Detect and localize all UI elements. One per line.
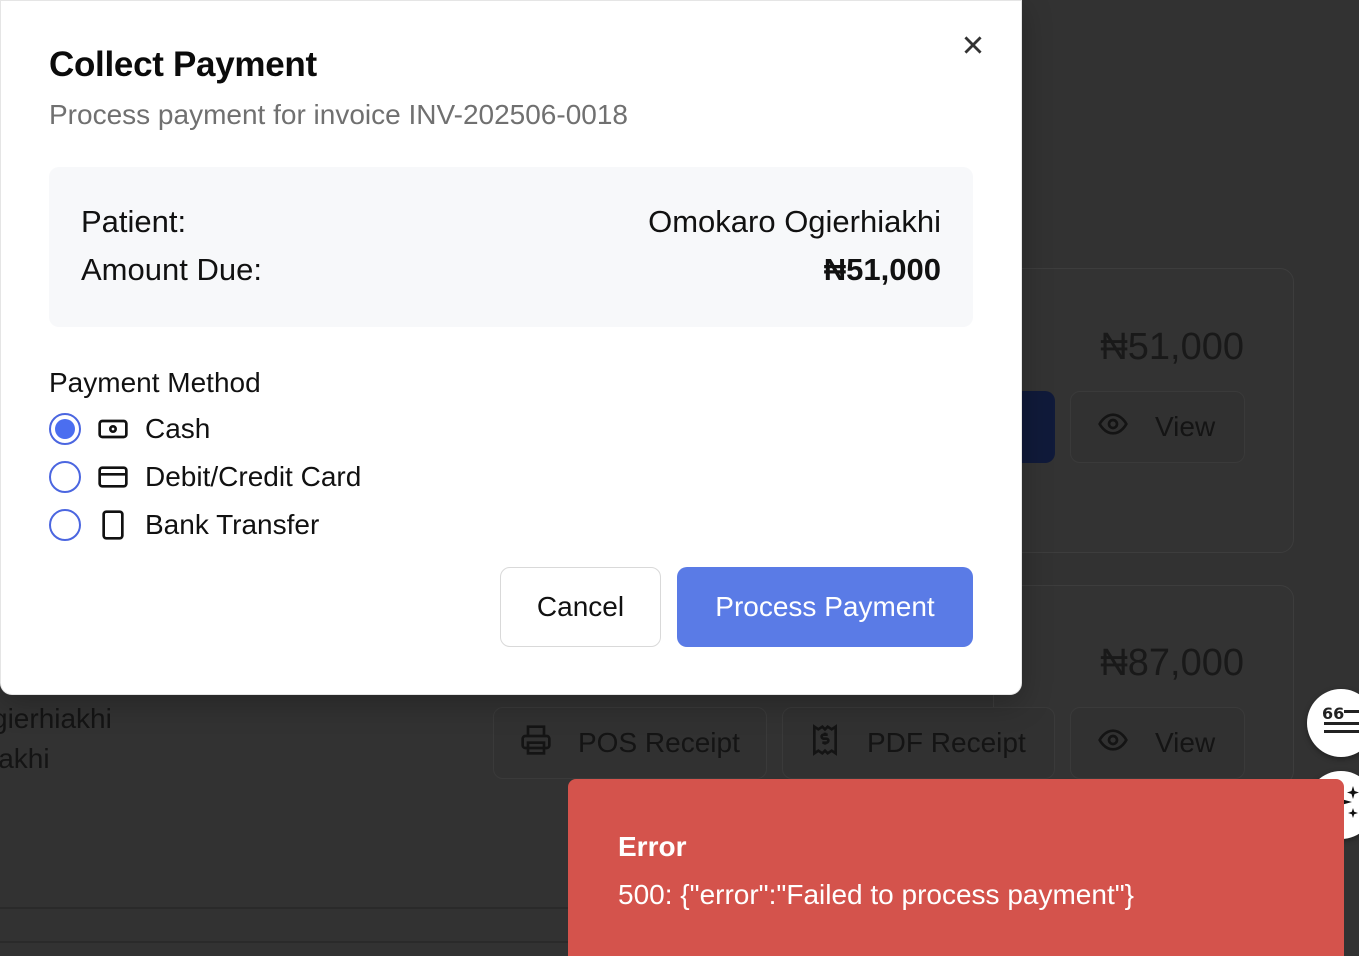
view-button[interactable]: View	[1070, 707, 1245, 779]
payment-option-label: Bank Transfer	[145, 509, 320, 540]
payment-summary: Patient: Omokaro Ogierhiakhi Amount Due:…	[49, 167, 973, 327]
receipt-icon	[809, 723, 841, 763]
smartphone-icon	[97, 509, 129, 541]
toast-message: 500: {"error":"Failed to process payment…	[618, 879, 1135, 910]
collect-payment-dialog: Collect Payment Process payment for invo…	[0, 0, 1022, 695]
amount-due-label: Amount Due:	[81, 252, 262, 287]
payment-option-card[interactable]: Debit/Credit Card	[49, 453, 361, 501]
divider	[0, 941, 570, 943]
eye-icon	[1097, 408, 1129, 447]
banknote-icon	[97, 413, 129, 445]
view-label: View	[1155, 411, 1216, 442]
dialog-title: Collect Payment	[49, 45, 317, 84]
pos-receipt-label: POS Receipt	[578, 727, 740, 758]
amount-due-row: Amount Due: ₦51,000	[81, 251, 941, 299]
patient-value: Omokaro Ogierhiakhi	[648, 204, 941, 239]
dialog-subtitle: Process payment for invoice INV-202506-0…	[49, 99, 628, 130]
payment-option-cash[interactable]: Cash	[49, 405, 361, 453]
view-button[interactable]: View	[1070, 391, 1245, 463]
toast-title: Error	[618, 831, 687, 862]
error-toast[interactable]: Error 500: {"error":"Failed to process p…	[568, 779, 1344, 956]
patient-label: Patient:	[81, 204, 187, 239]
divider	[0, 907, 570, 909]
payment-option-label: Debit/Credit Card	[145, 461, 362, 492]
view-label: View	[1155, 727, 1216, 758]
svg-text:66: 66	[1322, 704, 1344, 723]
radio-cash[interactable]	[49, 413, 81, 445]
amount-due-value: ₦51,000	[823, 252, 941, 287]
patient-row: Patient: Omokaro Ogierhiakhi	[81, 203, 941, 251]
quote-list-icon: 66	[1322, 702, 1359, 745]
radio-bank-transfer[interactable]	[49, 509, 81, 541]
close-icon	[960, 32, 986, 63]
process-payment-button[interactable]: Process Payment	[677, 567, 973, 647]
payment-method-radio-group: Cash Debit/Credit Card Bank Transfer	[49, 405, 361, 549]
pos-receipt-button[interactable]: POS Receipt	[493, 707, 767, 779]
pdf-receipt-label: PDF Receipt	[867, 727, 1026, 758]
pdf-receipt-button[interactable]: PDF Receipt	[782, 707, 1055, 779]
radio-card[interactable]	[49, 461, 81, 493]
payment-option-bank-transfer[interactable]: Bank Transfer	[49, 501, 361, 549]
payment-option-label: Cash	[145, 413, 211, 444]
payment-method-label: Payment Method	[49, 367, 261, 398]
quote-list-button[interactable]: 66	[1307, 689, 1359, 757]
cancel-button[interactable]: Cancel	[500, 567, 661, 647]
printer-icon	[520, 724, 552, 763]
eye-icon	[1097, 724, 1129, 763]
close-button[interactable]	[955, 29, 991, 65]
patient-name-text: iakhi	[0, 743, 50, 774]
credit-card-icon	[97, 461, 129, 493]
patient-name-text: gierhiakhi	[0, 703, 112, 734]
